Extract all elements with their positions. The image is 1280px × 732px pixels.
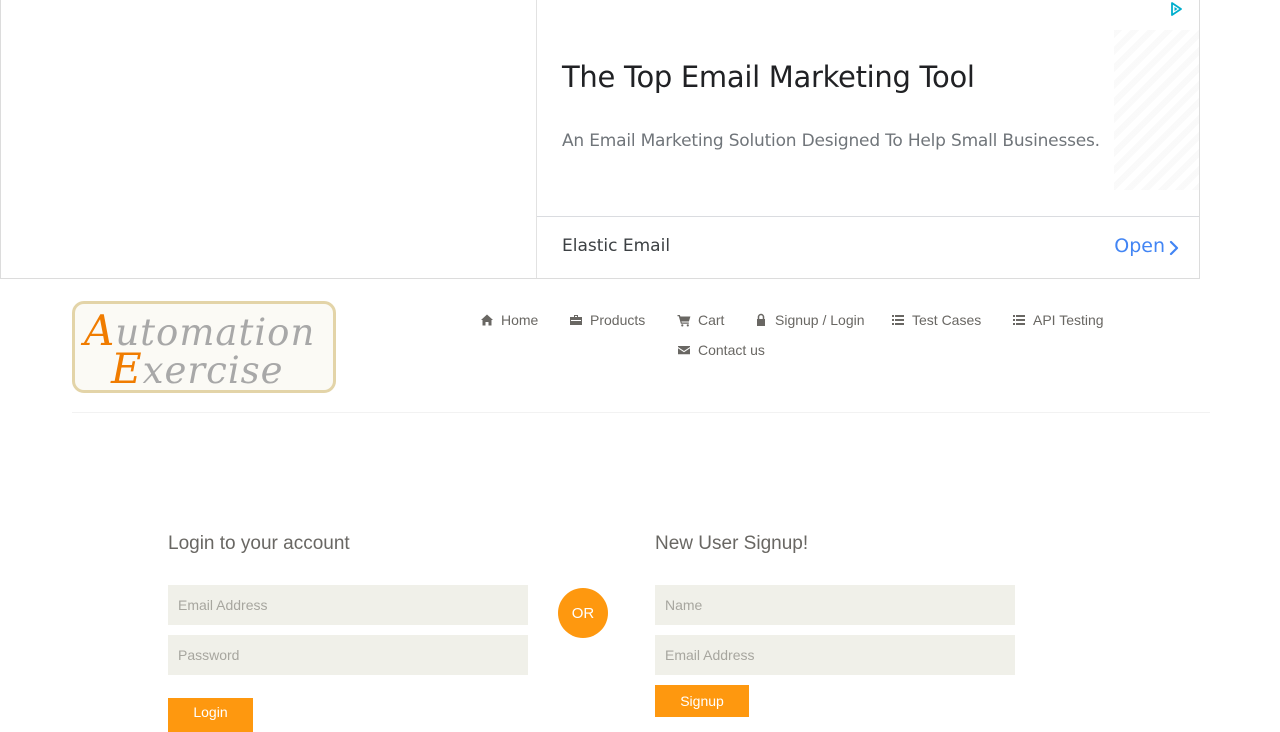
logo-line-2: Exercise xyxy=(111,344,284,393)
login-button[interactable]: Login xyxy=(168,698,253,732)
nav-home-label: Home xyxy=(501,312,539,328)
nav-contact-us-label: Contact us xyxy=(698,342,765,358)
nav-signup-login-label: Signup / Login xyxy=(775,312,865,328)
ad-open-button[interactable]: Open xyxy=(1114,235,1165,257)
header-divider xyxy=(72,412,1210,413)
nav-cart[interactable]: Cart xyxy=(677,312,724,328)
ad-subtitle[interactable]: An Email Marketing Solution Designed To … xyxy=(562,131,1100,151)
ad-divider xyxy=(537,216,1199,217)
ad-advertiser[interactable]: Elastic Email xyxy=(562,236,670,256)
ad-image-area[interactable] xyxy=(1,0,537,278)
nav-api-testing-label: API Testing xyxy=(1033,312,1104,328)
signup-name-input[interactable] xyxy=(655,585,1015,625)
ad-banner[interactable]: The Top Email Marketing Tool An Email Ma… xyxy=(0,0,1200,279)
nav-contact-us[interactable]: Contact us xyxy=(677,342,765,358)
signup-button[interactable]: Signup xyxy=(655,685,749,717)
nav-test-cases[interactable]: Test Cases xyxy=(891,312,981,328)
envelope-icon xyxy=(678,346,690,355)
lock-icon xyxy=(757,313,765,326)
ad-choices-icon[interactable] xyxy=(1169,2,1183,16)
cart-icon xyxy=(677,315,691,327)
list-icon xyxy=(1013,315,1025,325)
nav-cart-label: Cart xyxy=(698,312,725,328)
nav-api-testing[interactable]: API Testing xyxy=(1012,312,1104,328)
nav-signup-login[interactable]: Signup / Login xyxy=(754,312,865,328)
ad-decoration xyxy=(1114,30,1199,190)
chevron-right-icon[interactable] xyxy=(1165,238,1183,258)
login-email-input[interactable] xyxy=(168,585,528,625)
login-title: Login to your account xyxy=(168,533,350,554)
nav-home[interactable]: Home xyxy=(480,312,538,328)
signup-email-input[interactable] xyxy=(655,635,1015,675)
ad-title[interactable]: The Top Email Marketing Tool xyxy=(562,60,975,94)
ad-content[interactable]: The Top Email Marketing Tool An Email Ma… xyxy=(537,0,1199,278)
site-logo[interactable]: Automation Exercise xyxy=(72,301,336,393)
home-icon xyxy=(481,314,493,326)
list-icon xyxy=(892,315,904,325)
login-password-input[interactable] xyxy=(168,635,528,675)
or-divider: OR xyxy=(558,588,608,638)
nav-products-label: Products xyxy=(590,312,646,328)
briefcase-icon xyxy=(570,315,582,325)
signup-title: New User Signup! xyxy=(655,533,809,554)
nav-test-cases-label: Test Cases xyxy=(912,312,982,328)
nav-products[interactable]: Products xyxy=(569,312,645,328)
